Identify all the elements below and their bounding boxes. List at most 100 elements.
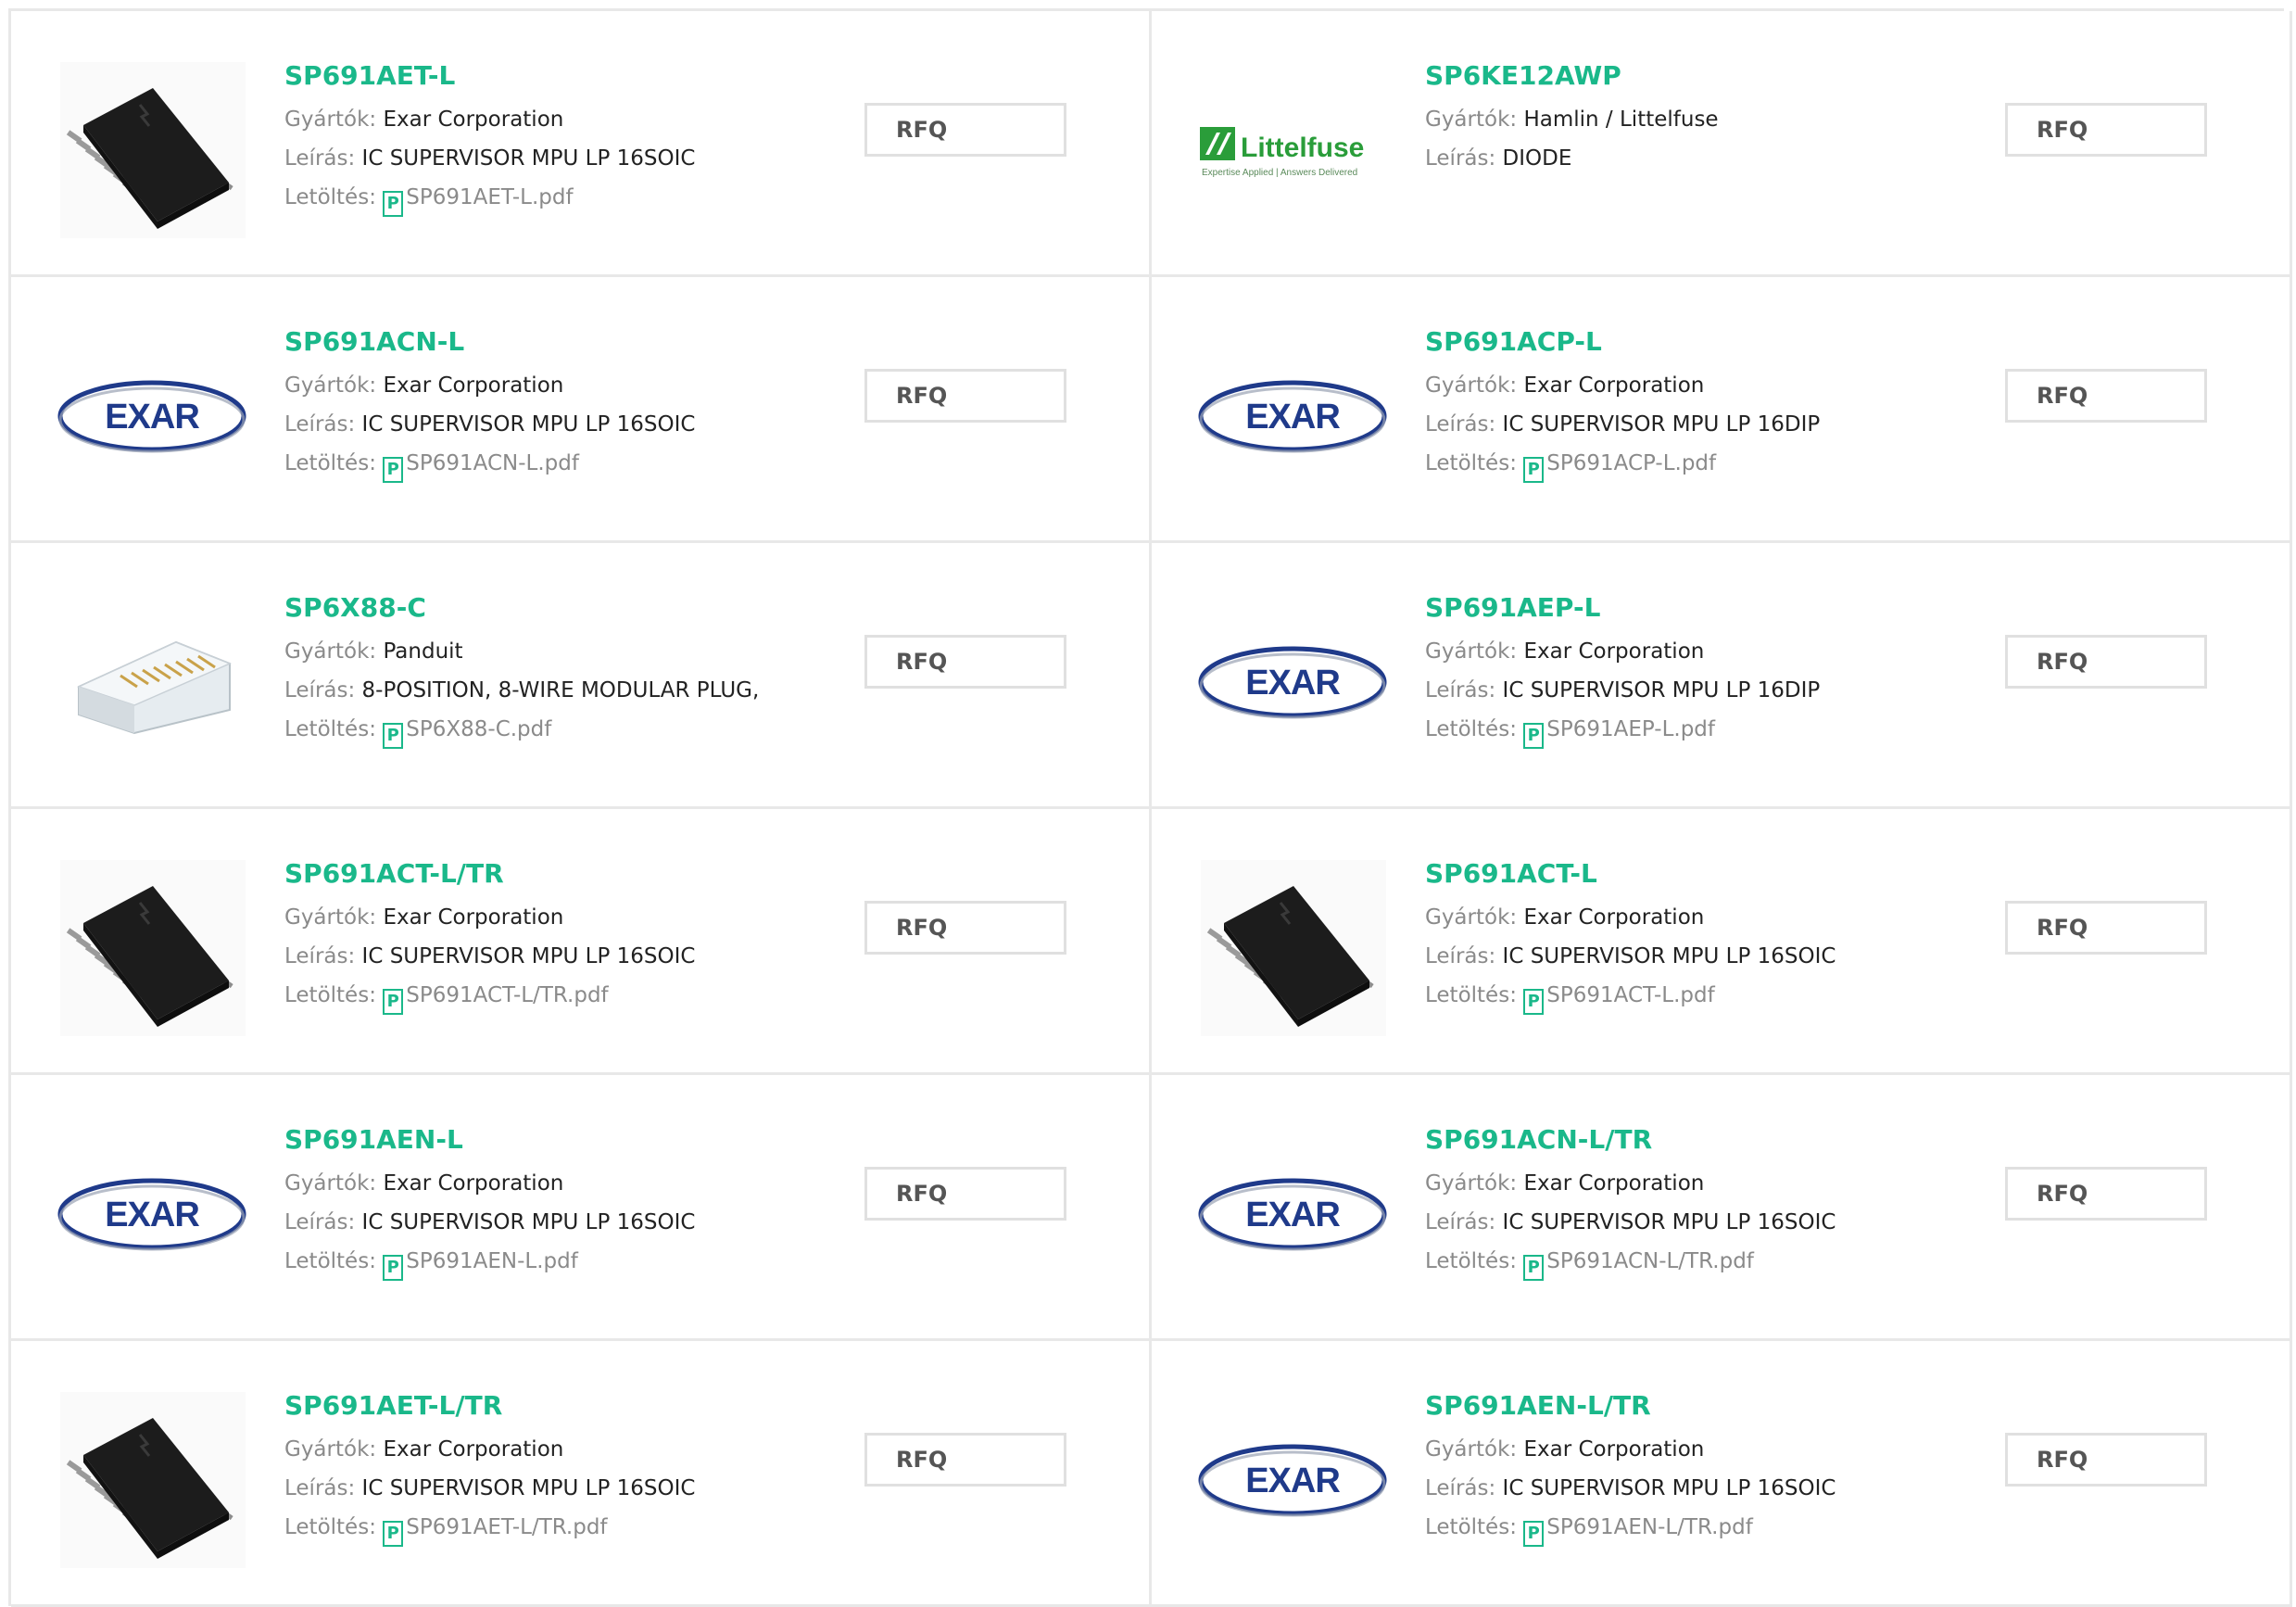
rfq-button[interactable]: RFQ [864,103,1066,157]
rfq-button[interactable]: RFQ [864,635,1066,689]
manufacturer-value: Exar Corporation [383,373,564,398]
description-label: Leírás: [284,678,356,702]
datasheet-link[interactable]: P SP691AEN-L.pdf [383,1249,578,1281]
datasheet-link[interactable]: P SP691AEN-L/TR.pdf [1523,1515,1753,1547]
product-image[interactable]: EXAR [57,1119,247,1309]
description-row: Leírás: IC SUPERVISOR MPU LP 16SOIC [1425,1203,1944,1242]
part-number-link[interactable]: SP691ACT-L [1425,857,1944,891]
exar-logo-icon: EXAR [57,1178,246,1250]
download-label: Letöltés: [1425,451,1517,475]
manufacturer-row: Gyártók: Exar Corporation [284,100,803,139]
part-number-link[interactable]: SP691AEP-L [1425,591,1944,625]
product-image[interactable] [57,853,247,1043]
product-image[interactable]: EXAR [1198,1119,1388,1309]
rfq-button[interactable]: RFQ [864,1433,1066,1487]
rfq-button[interactable]: RFQ [864,369,1066,423]
download-row: Letöltés: P SP691ACT-L.pdf [1425,976,1944,1015]
manufacturer-label: Gyártók: [284,639,377,664]
datasheet-link[interactable]: P SP691AET-L.pdf [383,185,574,217]
part-number-link[interactable]: SP691ACN-L [284,325,803,359]
manufacturer-value: Exar Corporation [383,1437,564,1461]
product-card: EXAR SP691ACN-L/TR Gyártók: Exar Corpora… [1152,1075,2292,1341]
description-row: Leírás: IC SUPERVISOR MPU LP 16SOIC [284,405,803,444]
datasheet-link[interactable]: P SP691ACN-L/TR.pdf [1523,1249,1754,1281]
pdf-icon: P [383,1521,404,1547]
exar-logo-icon: EXAR [1198,1178,1387,1250]
download-label: Letöltés: [1425,717,1517,741]
datasheet-filename: SP691ACT-L.pdf [1546,983,1715,1007]
manufacturer-label: Gyártók: [1425,108,1518,132]
product-image[interactable]: EXAR [1198,321,1388,511]
download-row: Letöltés: P SP691AEN-L/TR.pdf [1425,1508,1944,1547]
datasheet-link[interactable]: P SP691AEP-L.pdf [1523,717,1715,749]
description-row: Leírás: IC SUPERVISOR MPU LP 16SOIC [1425,1469,1944,1508]
product-image[interactable]: EXAR [57,321,247,511]
part-number-link[interactable]: SP6X88-C [284,591,803,625]
datasheet-link[interactable]: P SP6X88-C.pdf [383,717,551,749]
product-image[interactable] [57,1385,247,1575]
rfq-button[interactable]: RFQ [864,1167,1066,1221]
datasheet-link[interactable]: P SP691ACT-L.pdf [1523,983,1715,1015]
manufacturer-row: Gyártók: Exar Corporation [1425,632,1944,671]
pdf-icon: P [383,457,404,483]
datasheet-link[interactable]: P SP691ACT-L/TR.pdf [383,983,609,1015]
product-image[interactable] [57,587,247,777]
rfq-button[interactable]: RFQ [864,901,1066,955]
svg-text:EXAR: EXAR [1245,1461,1340,1500]
description-label: Leírás: [284,412,356,437]
product-info: SP691AET-L Gyártók: Exar Corporation Leí… [284,59,803,217]
part-number-link[interactable]: SP691AEN-L/TR [1425,1389,1944,1423]
download-row: Letöltés: P SP691ACN-L.pdf [284,444,803,483]
download-label: Letöltés: [1425,1515,1517,1539]
manufacturer-value: Hamlin / Littelfuse [1523,108,1719,132]
rfq-button[interactable]: RFQ [2005,1433,2207,1487]
product-info: SP691AEN-L/TR Gyártók: Exar Corporation … [1425,1389,1944,1547]
manufacturer-row: Gyártók: Exar Corporation [284,898,803,937]
description-label: Leírás: [284,1210,356,1234]
manufacturer-row: Gyártók: Hamlin / Littelfuse [1425,100,1944,139]
pdf-icon: P [1523,457,1545,483]
part-number-link[interactable]: SP691ACT-L/TR [284,857,803,891]
manufacturer-label: Gyártók: [1425,1171,1518,1196]
soic-chip-icon [59,1391,246,1568]
download-row: Letöltés: P SP691AET-L.pdf [284,178,803,217]
rfq-button[interactable]: RFQ [2005,635,2207,689]
product-image[interactable]: EXAR [1198,1385,1388,1575]
product-card: EXAR SP691ACN-L Gyártók: Exar Corporatio… [11,277,1152,543]
description-label: Leírás: [1425,1476,1496,1500]
manufacturer-row: Gyártók: Exar Corporation [1425,1164,1944,1203]
product-card: EXAR SP691ACP-L Gyártók: Exar Corporatio… [1152,277,2292,543]
datasheet-filename: SP691AET-L.pdf [406,185,574,209]
description-value: IC SUPERVISOR MPU LP 16DIP [1502,678,1821,702]
part-number-link[interactable]: SP691ACP-L [1425,325,1944,359]
product-image[interactable]: EXAR [1198,587,1388,777]
part-number-link[interactable]: SP6KE12AWP [1425,59,1944,93]
description-row: Leírás: IC SUPERVISOR MPU LP 16SOIC [284,139,803,178]
description-row: Leírás: 8-POSITION, 8-WIRE MODULAR PLUG, [284,671,803,710]
datasheet-link[interactable]: P SP691AET-L/TR.pdf [383,1515,608,1547]
product-image[interactable] [57,55,247,245]
manufacturer-label: Gyártók: [284,1437,377,1461]
product-image[interactable] [1198,853,1388,1043]
datasheet-filename: SP691ACN-L/TR.pdf [1546,1249,1754,1273]
manufacturer-row: Gyártók: Exar Corporation [1425,898,1944,937]
pdf-icon: P [383,1255,404,1281]
part-number-link[interactable]: SP691AET-L [284,59,803,93]
product-image[interactable]: Littelfuse Expertise Applied | Answers De… [1198,55,1388,245]
datasheet-link[interactable]: P SP691ACP-L.pdf [1523,451,1716,483]
datasheet-link[interactable]: P SP691ACN-L.pdf [383,451,579,483]
pdf-icon: P [1523,989,1545,1015]
datasheet-filename: SP691ACT-L/TR.pdf [406,983,609,1007]
rfq-button[interactable]: RFQ [2005,901,2207,955]
rfq-button[interactable]: RFQ [2005,103,2207,157]
part-number-link[interactable]: SP691ACN-L/TR [1425,1123,1944,1157]
datasheet-filename: SP691AEN-L.pdf [406,1249,578,1273]
download-label: Letöltés: [284,1249,376,1273]
download-row: Letöltés: P SP691AEN-L.pdf [284,1242,803,1281]
description-row: Leírás: DIODE [1425,139,1944,178]
rfq-button[interactable]: RFQ [2005,369,2207,423]
rfq-button[interactable]: RFQ [2005,1167,2207,1221]
description-value: IC SUPERVISOR MPU LP 16SOIC [1502,944,1836,968]
part-number-link[interactable]: SP691AET-L/TR [284,1389,803,1423]
part-number-link[interactable]: SP691AEN-L [284,1123,803,1157]
